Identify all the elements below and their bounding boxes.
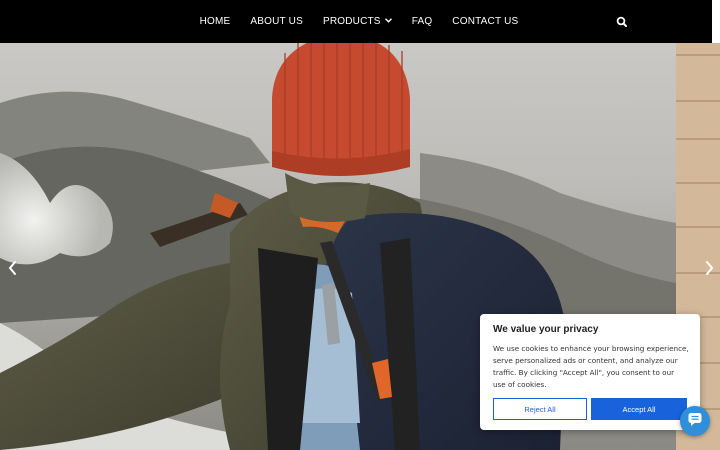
nav-item-label: PRODUCTS — [322, 16, 381, 27]
cookie-button-group: Reject All Accept All — [493, 398, 687, 420]
nav-item-home[interactable]: HOME — [190, 0, 241, 43]
search-button[interactable] — [614, 14, 630, 30]
nav-item-label: FAQ — [411, 16, 433, 27]
nav-item-about-us[interactable]: ABOUT US — [240, 0, 313, 43]
chevron-right-icon — [700, 258, 718, 278]
slider-next-button[interactable] — [700, 258, 718, 278]
accept-all-button[interactable]: Accept All — [591, 398, 687, 420]
cookie-banner-text: We use cookies to enhance your browsing … — [493, 344, 689, 389]
nav-item-label: HOME — [199, 16, 231, 27]
main-nav: HOME ABOUT US PRODUCTS FAQ CONTACT US — [0, 0, 720, 43]
nav-item-faq[interactable]: FAQ — [402, 0, 443, 43]
top-navigation-bar: HOME ABOUT US PRODUCTS FAQ CONTACT US — [0, 0, 720, 43]
chat-icon — [687, 411, 703, 432]
reject-all-button[interactable]: Reject All — [493, 398, 587, 420]
nav-item-label: CONTACT US — [452, 16, 519, 27]
chat-widget-button[interactable] — [680, 406, 710, 436]
scroll-edge — [712, 0, 720, 43]
cookie-banner-title: We value your privacy — [493, 324, 599, 335]
nav-item-contact-us[interactable]: CONTACT US — [442, 0, 528, 43]
search-icon — [614, 16, 630, 34]
chevron-left-icon — [4, 258, 22, 278]
slider-prev-button[interactable] — [4, 258, 22, 278]
cookie-consent-banner: We value your privacy We use cookies to … — [480, 314, 700, 430]
nav-item-products[interactable]: PRODUCTS — [313, 0, 402, 43]
chevron-down-icon — [384, 18, 392, 25]
nav-item-label: ABOUT US — [250, 16, 303, 27]
